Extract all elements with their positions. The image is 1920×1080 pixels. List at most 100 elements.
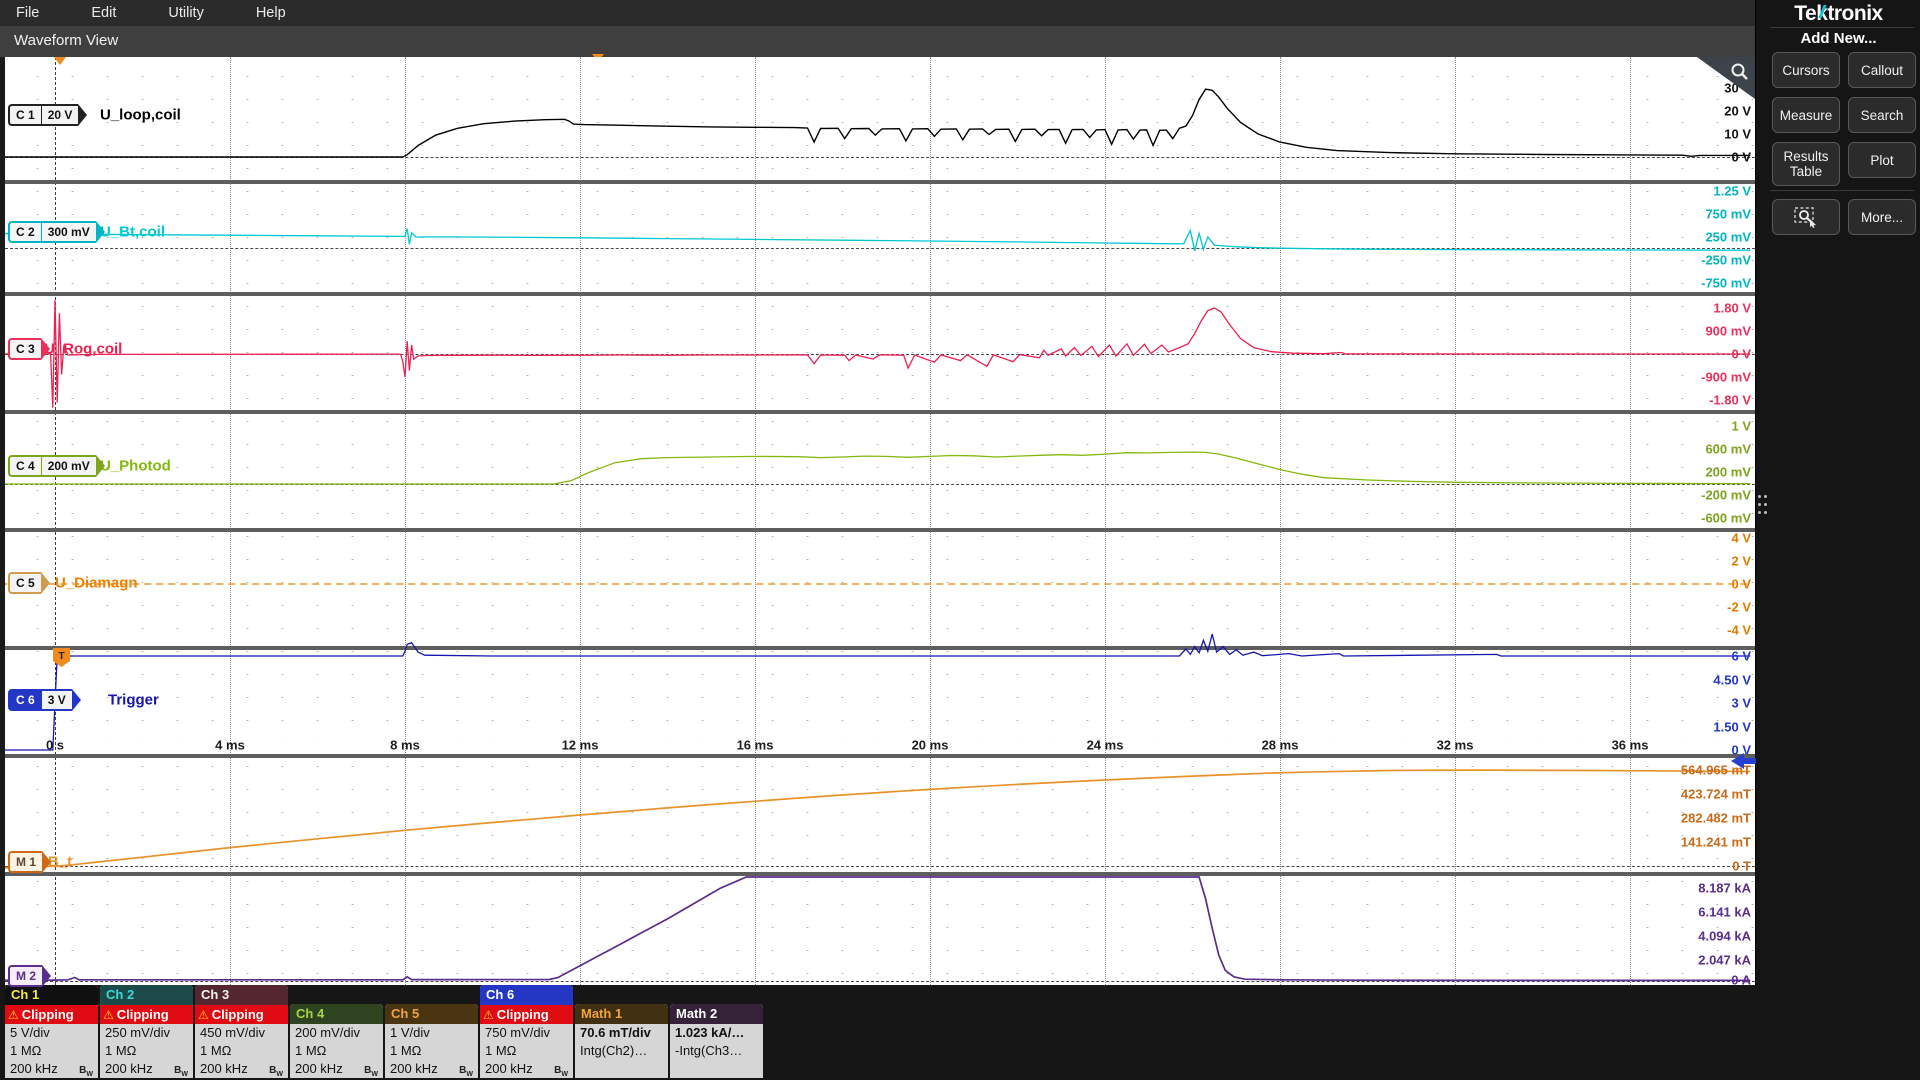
panel-button-cursors[interactable]: Cursors: [1772, 52, 1840, 88]
m2-channel-badge[interactable]: M 2: [8, 965, 51, 987]
m2-axis-label: 6.141 kA: [1698, 905, 1751, 920]
bottom-badge-ch5[interactable]: Ch 51 V/div1 MΩ200 kHzBW: [385, 1004, 478, 1078]
add-new-heading: Add New...: [1756, 30, 1920, 47]
bottom-badge-ch6[interactable]: Ch 6⚠Clipping750 mV/div1 MΩ200 kHzBW: [480, 985, 573, 1078]
panel-button-search[interactable]: Search: [1848, 97, 1916, 133]
m2-trace: [5, 877, 1750, 980]
zoom-mode-button[interactable]: [1772, 199, 1840, 235]
menu-item-edit[interactable]: Edit: [65, 0, 142, 26]
divider: [1770, 27, 1914, 28]
trigger-level-arrow-icon[interactable]: [1731, 753, 1756, 769]
waveform-traces: [5, 57, 1755, 985]
c3-axis-label: -900 mV: [1701, 370, 1751, 385]
time-label: 12 ms: [562, 738, 599, 753]
clipping-warning: ⚠Clipping: [5, 1005, 98, 1024]
more-button[interactable]: More...: [1848, 199, 1916, 235]
c6-axis-label: 6 V: [1731, 649, 1751, 664]
bottom-badge-ch1[interactable]: Ch 1⚠Clipping5 V/div1 MΩ200 kHzBW: [5, 985, 98, 1078]
clipping-label: Clipping: [117, 1005, 169, 1024]
menu-item-file[interactable]: File: [0, 0, 65, 26]
badge-header[interactable]: Ch 5: [385, 1004, 478, 1024]
m2-axis-label: 8.187 kA: [1698, 881, 1751, 896]
c5-axis-label: 0 V: [1731, 577, 1751, 592]
badge-setting-row: 200 kHzBW: [5, 1060, 98, 1078]
c6-badge-value: 3 V: [41, 689, 72, 711]
m2-badge-label: M 2: [8, 965, 42, 987]
c1-badge-label: C 1: [8, 104, 41, 126]
m2-axis-label: 4.094 kA: [1698, 929, 1751, 944]
bottom-badge-ch3[interactable]: Ch 3⚠Clipping450 mV/div1 MΩ200 kHzBW: [195, 985, 288, 1078]
c1-badge-value: 20 V: [41, 104, 79, 126]
badge-header[interactable]: Ch 2: [100, 985, 193, 1005]
badge-setting-row: 250 mV/div: [100, 1024, 193, 1042]
divider: [1770, 190, 1914, 191]
m1-trace: [5, 770, 1750, 868]
c6-badge-label: C 6: [8, 689, 41, 711]
m1-channel-badge[interactable]: M 1: [8, 851, 51, 873]
c2-trace: [5, 229, 1750, 251]
trigger-time-marker-icon[interactable]: [54, 57, 66, 65]
c5-badge-label: C 5: [8, 572, 41, 594]
badge-setting-row: 200 kHzBW: [290, 1060, 383, 1078]
badge-pointer: [72, 689, 81, 711]
c5-channel-badge[interactable]: C 5: [8, 572, 50, 594]
c4-axis-label: 200 mV: [1705, 465, 1751, 480]
badge-setting-row: 200 kHzBW: [195, 1060, 288, 1078]
badge-header[interactable]: Math 1: [575, 1004, 668, 1024]
badge-setting-row: 200 kHzBW: [480, 1060, 573, 1078]
menu-item-help[interactable]: Help: [230, 0, 312, 26]
bottom-badge-math2[interactable]: Math 21.023 kA/…-Intg(Ch3…: [670, 1004, 763, 1078]
panel-button-measure[interactable]: Measure: [1772, 97, 1840, 133]
m2-axis-label: 0 A: [1731, 973, 1751, 988]
bottom-badge-math1[interactable]: Math 170.6 mT/divIntg(Ch2)…: [575, 1004, 668, 1078]
c4-trace: [5, 452, 1750, 484]
menu-item-utility[interactable]: Utility: [142, 0, 229, 26]
badge-header[interactable]: Ch 1: [5, 985, 98, 1005]
badge-setting-row: 200 mV/div: [290, 1024, 383, 1042]
waveform-plot-area[interactable]: 30 V20 V10 V0 VC 120 VU_loop,coil1.25 V7…: [5, 57, 1755, 985]
c2-channel-badge[interactable]: C 2300 mV: [8, 221, 105, 243]
c4-channel-badge[interactable]: C 4200 mV: [8, 455, 105, 477]
m1-channel-name: B_t: [48, 854, 72, 871]
clipping-label: Clipping: [497, 1005, 549, 1024]
c1-channel-name: U_loop,coil: [100, 107, 181, 124]
panel-button-plot[interactable]: Plot: [1848, 142, 1916, 178]
c5-channel-name: U_Diamagn: [55, 575, 138, 592]
c2-axis-label: -750 mV: [1701, 276, 1751, 291]
warning-icon: ⚠: [483, 1009, 494, 1021]
time-label: 0 s: [46, 738, 64, 753]
m1-axis-label: 423.724 mT: [1681, 787, 1751, 802]
bottom-badge-ch4[interactable]: Ch 4200 mV/div1 MΩ200 kHzBW: [290, 1004, 383, 1078]
clipping-warning: ⚠Clipping: [100, 1005, 193, 1024]
c2-axis-label: 750 mV: [1705, 207, 1751, 222]
c4-channel-name: U_Photod: [100, 458, 171, 475]
panel-button-callout[interactable]: Callout: [1848, 52, 1916, 88]
badge-setting-row: 1 MΩ: [385, 1042, 478, 1060]
magnifier-icon: [1729, 61, 1751, 83]
badge-setting-row: 200 kHzBW: [100, 1060, 193, 1078]
badge-setting-row: 750 mV/div: [480, 1024, 573, 1042]
panel-button-results-table[interactable]: Results Table: [1772, 142, 1840, 186]
badge-setting-row: 1 MΩ: [100, 1042, 193, 1060]
badge-header[interactable]: Ch 3: [195, 985, 288, 1005]
c1-channel-badge[interactable]: C 120 V: [8, 104, 87, 126]
c1-axis-label: 20 V: [1724, 104, 1751, 119]
waveform-view-title: Waveform View: [14, 32, 118, 49]
badge-setting-row: 200 kHzBW: [385, 1060, 478, 1078]
c3-axis-label: 900 mV: [1705, 324, 1751, 339]
warning-icon: ⚠: [103, 1009, 114, 1021]
c6-channel-badge[interactable]: C 63 V: [8, 689, 81, 711]
badge-header[interactable]: Math 2: [670, 1004, 763, 1024]
badge-setting-row: 450 mV/div: [195, 1024, 288, 1042]
badge-header[interactable]: Ch 4: [290, 1004, 383, 1024]
c4-axis-label: -600 mV: [1701, 511, 1751, 526]
panel-drag-handle[interactable]: [1758, 495, 1770, 529]
badge-header[interactable]: Ch 6: [480, 985, 573, 1005]
c2-badge-value: 300 mV: [41, 221, 96, 243]
c5-axis-label: 4 V: [1731, 531, 1751, 546]
bottom-badge-ch2[interactable]: Ch 2⚠Clipping250 mV/div1 MΩ200 kHzBW: [100, 985, 193, 1078]
badge-setting-row: 70.6 mT/div: [575, 1024, 668, 1042]
bottom-settings-bar: Ch 1⚠Clipping5 V/div1 MΩ200 kHzBWCh 2⚠Cl…: [0, 985, 1920, 1080]
c3-channel-badge[interactable]: C 3: [8, 338, 50, 360]
add-new-button-grid: CursorsCalloutMeasureSearchResults Table…: [1772, 52, 1916, 186]
